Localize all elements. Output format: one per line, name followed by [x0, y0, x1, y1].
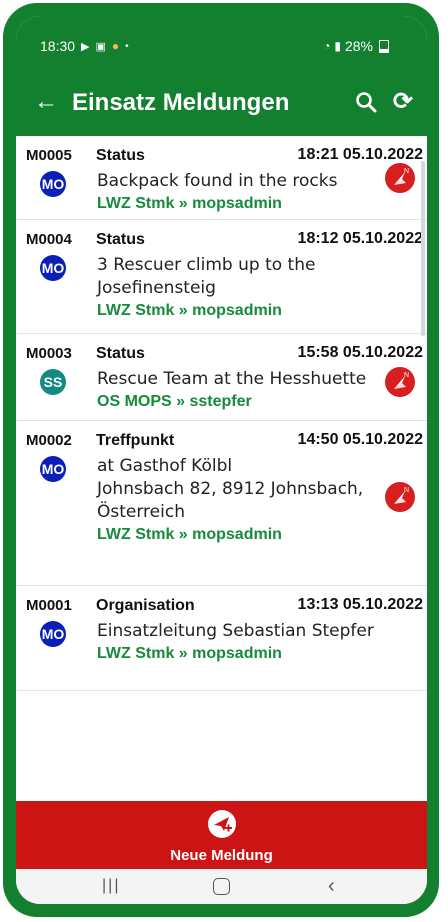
status-time: 18:30 [40, 38, 76, 54]
page-title: Einsatz Meldungen [72, 89, 290, 116]
wifi-icon: ◔ [323, 39, 331, 53]
avatar: MO [40, 171, 66, 197]
message-id: M0003 [26, 345, 72, 362]
message-timestamp: 18:21 05.10.2022 [297, 146, 423, 163]
message-row[interactable]: M0004 Status 18:12 05.10.2022 MO 3 Rescuer c… [16, 220, 427, 334]
avatar: MO [40, 255, 66, 281]
new-message-label: Neue Meldung [170, 847, 273, 864]
message-source: LWZ Stmk » mopsadmin [97, 302, 282, 319]
message-id: M0001 [26, 597, 72, 614]
avatar: SS [40, 369, 66, 395]
status-right: ◔ ▮ 28% [323, 38, 389, 54]
search-icon[interactable] [355, 91, 377, 118]
message-text: 3 Rescuer climb up to the Josefinensteig [97, 254, 397, 300]
message-type: Status [96, 147, 145, 164]
message-text: at Gasthof Kölbl Johnsbach 82, 8912 Johns… [97, 455, 397, 524]
recent-apps-icon[interactable]: ||| [102, 877, 120, 895]
avatar: MO [40, 456, 66, 482]
avatar: MO [40, 621, 66, 647]
message-line: 3 Rescuer climb up to the [97, 255, 316, 275]
back-nav-icon[interactable]: ‹ [328, 875, 335, 898]
message-line: Einsatzleitung Sebastian Stepfer [97, 621, 374, 641]
message-timestamp: 18:12 05.10.2022 [297, 230, 423, 247]
battery-icon [379, 39, 389, 53]
compass-icon[interactable]: N [385, 367, 415, 397]
message-type: Status [96, 345, 145, 362]
message-row[interactable]: M0001 Organisation 13:13 05.10.2022 MO Einsa… [16, 586, 427, 691]
svg-text:N: N [404, 168, 409, 175]
compass-icon[interactable]: N [385, 482, 415, 512]
battery-percent: 28% [344, 38, 373, 54]
message-type: Treffpunkt [96, 432, 175, 449]
message-type: Status [96, 231, 145, 248]
app-bar: ← Einsatz Meldungen ⟳ [16, 70, 427, 136]
message-text: Einsatzleitung Sebastian Stepfer [97, 620, 397, 643]
svg-text:N: N [404, 487, 409, 494]
dot-icon: • [125, 40, 129, 52]
play-icon: ▶ [81, 40, 90, 53]
message-list: M0005 Status 18:21 05.10.2022 MO Backpack fo… [16, 136, 427, 691]
new-message-button[interactable]: Neue Meldung [16, 801, 427, 869]
arrow-left-icon[interactable]: ← [34, 90, 58, 114]
message-row[interactable]: M0005 Status 18:21 05.10.2022 MO Backpack fo… [16, 136, 427, 220]
message-source: LWZ Stmk » mopsadmin [97, 645, 282, 662]
system-nav-bar: ||| ‹ [16, 869, 427, 904]
message-row[interactable]: M0002 Treffpunkt 14:50 05.10.2022 MO at Gast… [16, 421, 427, 586]
app-notification-icon: ● [111, 39, 120, 53]
message-timestamp: 15:58 05.10.2022 [297, 344, 423, 361]
paper-plane-plus-icon [207, 809, 237, 844]
message-line: Johnsbach 82, 8912 Johnsbach, [97, 479, 364, 499]
message-line: Rescue Team at the Hesshuette [97, 369, 367, 389]
message-id: M0005 [26, 147, 72, 164]
scrollbar[interactable] [421, 161, 425, 336]
screen: 18:30 ▶ ▣ ● • ◔ ▮ 28% ← Einsatz Meldunge… [16, 16, 427, 904]
message-source: OS MOPS » sstepfer [97, 393, 252, 410]
message-id: M0002 [26, 432, 72, 449]
message-timestamp: 13:13 05.10.2022 [297, 596, 423, 613]
signal-icon: ▮ [334, 39, 341, 53]
refresh-icon[interactable]: ⟳ [393, 90, 413, 114]
message-timestamp: 14:50 05.10.2022 [297, 431, 423, 448]
compass-icon[interactable]: N [385, 163, 415, 193]
message-id: M0004 [26, 231, 72, 248]
message-line: Backpack found in the rocks [97, 171, 338, 191]
svg-text:N: N [404, 372, 409, 379]
image-icon: ▣ [95, 40, 106, 53]
phone-frame: 18:30 ▶ ▣ ● • ◔ ▮ 28% ← Einsatz Meldunge… [3, 3, 439, 917]
message-source: LWZ Stmk » mopsadmin [97, 526, 282, 543]
message-line: at Gasthof Kölbl [97, 456, 233, 476]
home-icon[interactable] [213, 878, 230, 895]
message-text: Backpack found in the rocks [97, 170, 397, 193]
status-left: 18:30 ▶ ▣ ● • [40, 38, 129, 54]
message-type: Organisation [96, 597, 195, 614]
message-line: Österreich [97, 502, 185, 522]
message-source: LWZ Stmk » mopsadmin [97, 195, 282, 212]
status-bar: 18:30 ▶ ▣ ● • ◔ ▮ 28% [16, 16, 427, 70]
message-line: Josefinensteig [97, 278, 216, 298]
message-text: Rescue Team at the Hesshuette [97, 368, 397, 391]
message-row[interactable]: M0003 Status 15:58 05.10.2022 SS Rescue Team… [16, 334, 427, 421]
